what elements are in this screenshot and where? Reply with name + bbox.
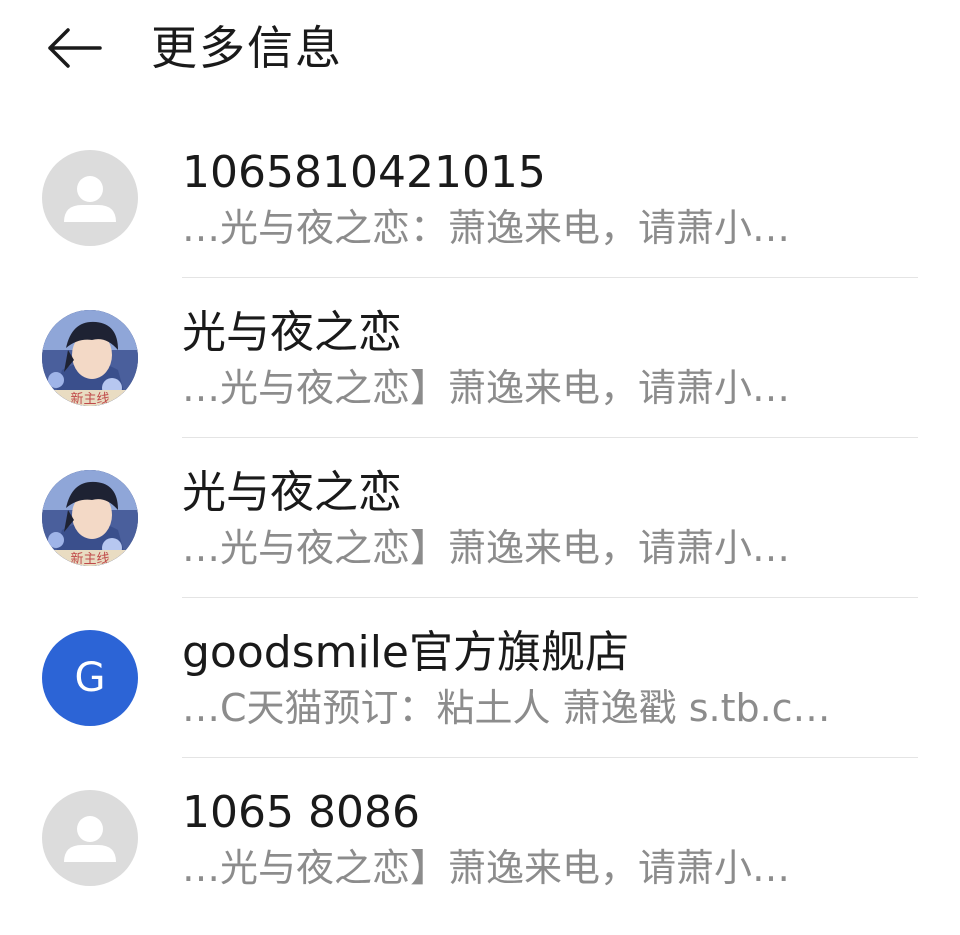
game-character-image: 新主线: [42, 310, 138, 406]
avatar-caption: 新主线: [70, 391, 109, 406]
avatar: [42, 150, 138, 246]
avatar: 新主线: [42, 310, 138, 406]
list-item[interactable]: 新主线 光与夜之恋 …光与夜之恋】萧逸来电，请萧小…: [0, 278, 960, 438]
avatar-caption: 新主线: [70, 551, 109, 566]
avatar-letter: G: [74, 655, 106, 701]
list-item[interactable]: G goodsmile官方旗舰店 …C天猫预订：粘土人 萧逸戳 s.tb.c…: [0, 598, 960, 758]
game-character-image: 新主线: [42, 470, 138, 566]
list-item[interactable]: 1065810421015 …光与夜之恋：萧逸来电，请萧小…: [0, 118, 960, 278]
list-item[interactable]: 1065 8086 …光与夜之恋】萧逸来电，请萧小…: [0, 758, 960, 918]
contact-name: 光与夜之恋: [182, 307, 402, 358]
avatar: G: [42, 630, 138, 726]
default-person-icon: [64, 176, 116, 222]
message-preview: …光与夜之恋】萧逸来电，请萧小…: [182, 846, 791, 890]
arrow-left-icon: [48, 28, 102, 68]
avatar: 新主线: [42, 470, 138, 566]
back-button[interactable]: [38, 20, 110, 76]
message-preview: …光与夜之恋】萧逸来电，请萧小…: [182, 366, 791, 410]
contact-name: 光与夜之恋: [182, 467, 402, 518]
contact-list: 1065810421015 …光与夜之恋：萧逸来电，请萧小… 新主线 光与夜之恋…: [0, 118, 960, 918]
message-preview: …光与夜之恋】萧逸来电，请萧小…: [182, 526, 791, 570]
default-person-icon: [64, 816, 116, 862]
contact-name: goodsmile官方旗舰店: [182, 627, 630, 678]
header: 更多信息: [0, 0, 960, 96]
list-item[interactable]: 新主线 光与夜之恋 …光与夜之恋】萧逸来电，请萧小…: [0, 438, 960, 598]
message-preview: …C天猫预订：粘土人 萧逸戳 s.tb.c…: [182, 686, 831, 730]
page-title: 更多信息: [151, 21, 343, 75]
message-preview: …光与夜之恋：萧逸来电，请萧小…: [182, 206, 791, 250]
contact-name: 1065810421015: [182, 147, 546, 198]
avatar: [42, 790, 138, 886]
contact-name: 1065 8086: [182, 787, 420, 838]
